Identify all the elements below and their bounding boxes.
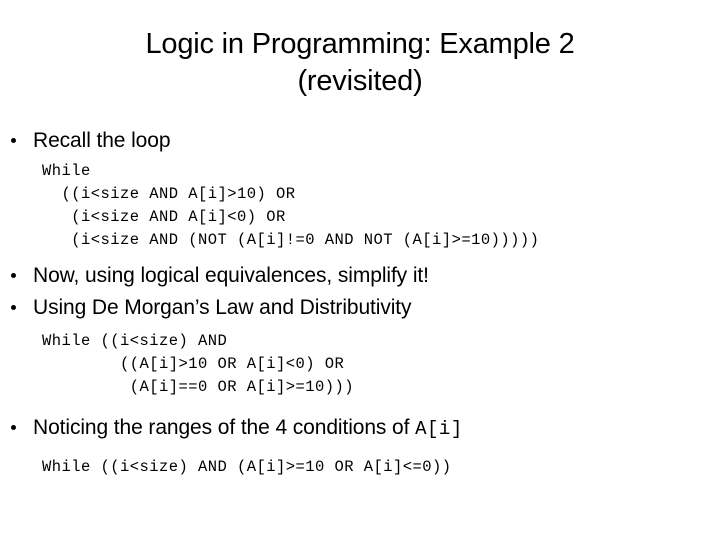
code-block-final-condition: While ((i<size) AND (A[i]>=10 OR A[i]<=0… <box>0 456 720 479</box>
bullet-noticing-ranges-label: Noticing the ranges of the 4 conditions … <box>33 416 416 439</box>
bullet-recall-loop-label: Recall the loop <box>33 129 171 152</box>
slide-body: Recall the loop While ((i<size AND A[i]>… <box>0 128 720 479</box>
inline-code-array-element: A[i] <box>415 418 463 440</box>
bullet-dot-icon <box>11 425 16 430</box>
bullet-de-morgan-label: Using De Morgan’s Law and Distributivity <box>33 296 412 319</box>
bullet-recall-loop: Recall the loop <box>0 128 720 154</box>
code-block-loop-original: While ((i<size AND A[i]>10) OR (i<size A… <box>0 160 720 252</box>
code-line: (A[i]==0 OR A[i]>=10))) <box>42 378 355 396</box>
bullet-de-morgan: Using De Morgan’s Law and Distributivity <box>0 295 720 321</box>
code-line: (i<size AND (NOT (A[i]!=0 AND NOT (A[i]>… <box>42 231 540 249</box>
code-line: ((i<size AND A[i]>10) OR <box>42 185 296 203</box>
slide: Logic in Programming: Example 2 (revisit… <box>0 0 720 540</box>
section-recall-loop: Recall the loop While ((i<size AND A[i]>… <box>0 128 720 252</box>
code-line: While <box>42 162 91 180</box>
code-line: While ((i<size) AND <box>42 332 228 350</box>
slide-title: Logic in Programming: Example 2 (revisit… <box>145 28 575 97</box>
bullet-simplify-label: Now, using logical equivalences, simplif… <box>33 264 429 287</box>
bullet-dot-icon <box>11 305 16 310</box>
bullet-simplify: Now, using logical equivalences, simplif… <box>0 263 720 289</box>
code-line: While ((i<size) AND (A[i]>=10 OR A[i]<=0… <box>42 458 452 476</box>
code-block-de-morgan-result: While ((i<size) AND ((A[i]>10 OR A[i]<0)… <box>0 330 720 399</box>
bullet-dot-icon <box>11 273 16 278</box>
bullet-noticing-ranges: Noticing the ranges of the 4 conditions … <box>0 415 720 442</box>
bullet-dot-icon <box>11 138 16 143</box>
code-line: ((A[i]>10 OR A[i]<0) OR <box>42 355 345 373</box>
code-line: (i<size AND A[i]<0) OR <box>42 208 286 226</box>
